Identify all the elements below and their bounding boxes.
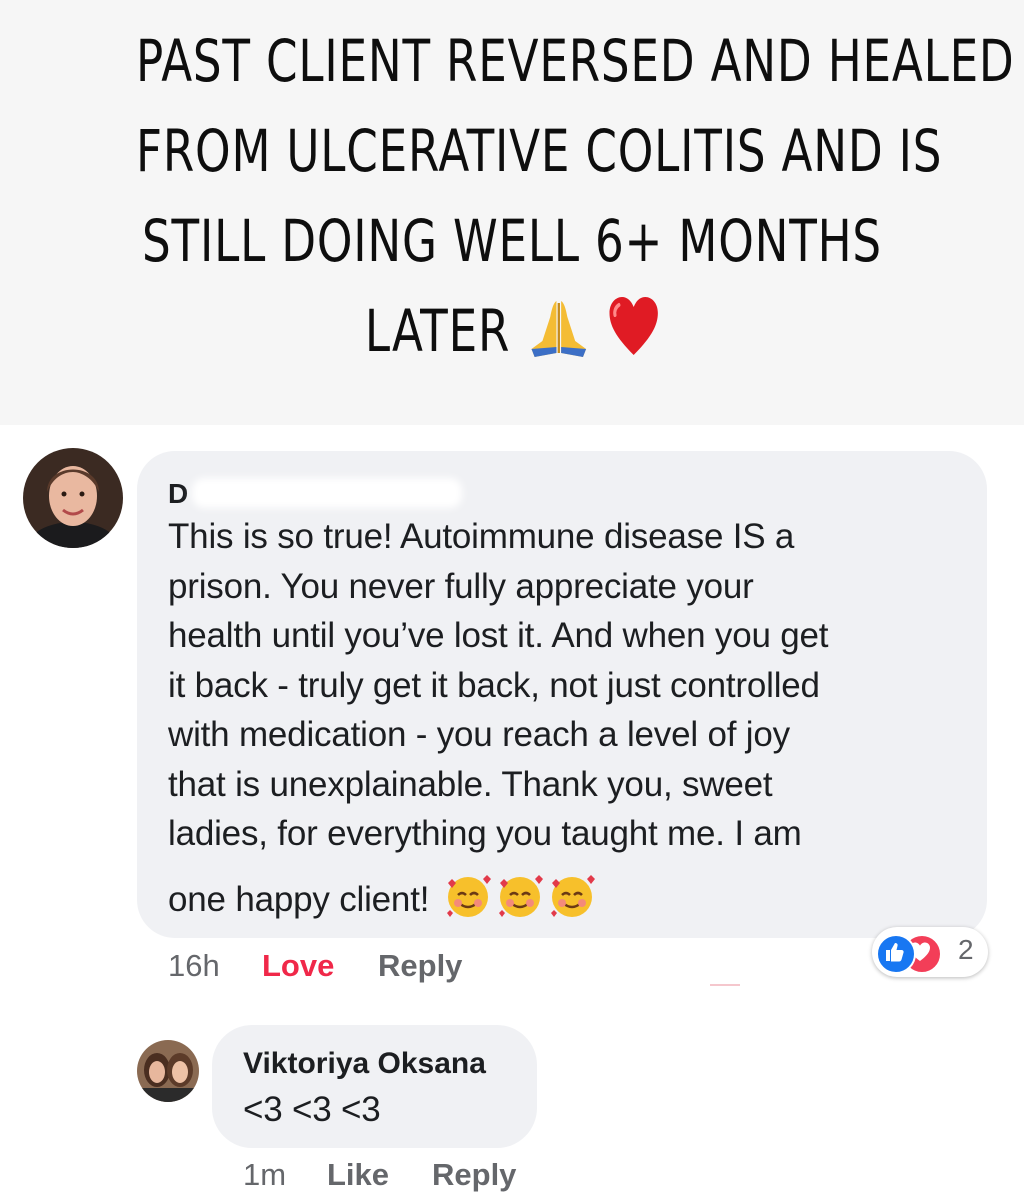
headline-line-4: LATER — [136, 286, 888, 376]
headline: PAST CLIENT REVERSED AND HEALED FROM ULC… — [136, 16, 1015, 376]
headline-line-2: FROM ULCERATIVE COLITIS AND IS — [136, 117, 943, 185]
reply-meta: 1m Like Reply — [0, 1157, 1024, 1195]
headline-line-4-text: LATER — [364, 297, 511, 365]
header-banner: PAST CLIENT REVERSED AND HEALED FROM ULC… — [0, 0, 1024, 425]
reply-button[interactable]: Reply — [378, 948, 462, 984]
comment-line: ladies, for everything you taught me. I … — [168, 814, 802, 853]
folded-hands-icon — [531, 301, 587, 357]
comment-author[interactable]: D — [168, 478, 188, 510]
smiling-face-with-hearts-icon — [446, 874, 595, 917]
comment-line: one happy client! — [168, 879, 430, 919]
reply-avatar-photo — [137, 1040, 199, 1102]
love-button[interactable]: Love — [262, 948, 334, 984]
comment-line: This is so true! Autoimmune disease IS a — [168, 517, 795, 556]
comment-meta: 16h Love Reply — [0, 948, 1024, 988]
comment-text: This is so true! Autoimmune disease IS a… — [168, 512, 968, 924]
red-heart-icon — [609, 297, 658, 355]
comment-line-last: one happy client! — [168, 873, 968, 925]
reaction-summary[interactable]: 2 — [872, 927, 988, 977]
headline-line-3: STILL DOING WELL 6+ MONTHS — [142, 207, 882, 275]
divider — [710, 984, 740, 986]
comment-timestamp[interactable]: 16h — [168, 948, 220, 984]
like-reaction-icon — [876, 934, 916, 974]
like-button[interactable]: Like — [327, 1157, 389, 1193]
redacted-name — [192, 478, 462, 508]
comment-line: prison. You never fully appreciate your — [168, 566, 754, 606]
reaction-count: 2 — [958, 934, 974, 965]
reply-author[interactable]: Viktoriya Oksana — [243, 1047, 486, 1081]
comment-line: it back - truly get it back, not just co… — [168, 665, 820, 705]
comment-line: health until you’ve lost it. And when yo… — [168, 616, 829, 655]
comment-line: that is unexplainable. Thank you, sweet — [168, 764, 773, 804]
reply-avatar[interactable] — [137, 1040, 199, 1102]
avatar-photo — [23, 448, 123, 548]
reply-button-2[interactable]: Reply — [432, 1157, 516, 1193]
headline-line-1: PAST CLIENT REVERSED AND HEALED — [136, 27, 1015, 95]
reply-text: <3 <3 <3 — [243, 1090, 381, 1129]
comment-line: with medication - you reach a level of j… — [168, 715, 790, 754]
avatar[interactable] — [23, 448, 123, 548]
reply-timestamp[interactable]: 1m — [243, 1157, 286, 1193]
